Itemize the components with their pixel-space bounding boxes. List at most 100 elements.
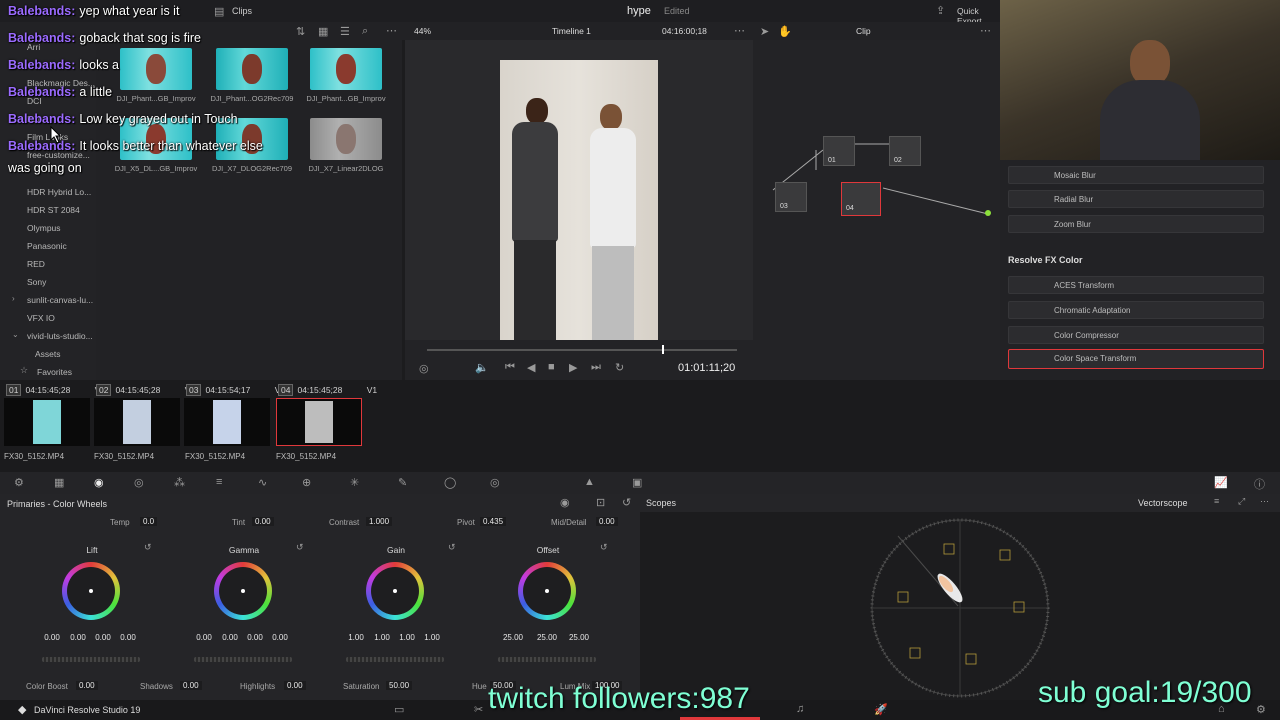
- fx-color-space-transform[interactable]: Color Space Transform: [1008, 349, 1264, 369]
- shadows-value[interactable]: 0.00: [180, 681, 202, 690]
- pointer-icon[interactable]: ➤: [760, 25, 769, 38]
- lift-b-value[interactable]: 0.00: [117, 633, 139, 642]
- hand-icon[interactable]: ✋: [778, 25, 792, 38]
- tree-item-favorites[interactable]: Favorites: [37, 367, 72, 377]
- offset-g-value[interactable]: 25.00: [534, 633, 560, 642]
- chevron-down-icon[interactable]: ⌄: [12, 330, 19, 339]
- gamma-b-value[interactable]: 0.00: [269, 633, 291, 642]
- gamma-g-value[interactable]: 0.00: [244, 633, 266, 642]
- grid-view-icon[interactable]: ▦: [318, 25, 328, 38]
- node-01[interactable]: 01: [823, 136, 855, 166]
- offset-master-slider[interactable]: [498, 657, 596, 662]
- lift-r-value[interactable]: 0.00: [67, 633, 89, 642]
- wheels-mode-icon[interactable]: ◉: [560, 496, 570, 509]
- volume-icon[interactable]: 🔈: [475, 361, 489, 374]
- offset-r-value[interactable]: 25.00: [500, 633, 526, 642]
- viewer-options-icon[interactable]: ⋯: [734, 24, 745, 37]
- skip-end-icon[interactable]: ⏭: [591, 361, 601, 374]
- play-icon[interactable]: ▶: [569, 361, 577, 374]
- clip-thumbnail[interactable]: [184, 398, 270, 446]
- pivot-value[interactable]: 0.435: [480, 517, 507, 526]
- clip-thumbnail-selected[interactable]: [276, 398, 362, 446]
- reset-gamma-icon[interactable]: ↺: [296, 542, 304, 553]
- mid-detail-value[interactable]: 0.00: [596, 517, 618, 526]
- clip-thumbnail[interactable]: [4, 398, 90, 446]
- lift-wheel[interactable]: [62, 562, 120, 620]
- timeline-selector[interactable]: Timeline 1: [552, 26, 591, 36]
- hdr-wheels-icon[interactable]: ◎: [134, 476, 144, 489]
- clips-label[interactable]: Clips: [232, 6, 252, 16]
- lut-thumbnail[interactable]: [310, 48, 382, 90]
- tree-item[interactable]: HDR Hybrid Lo...: [27, 187, 91, 197]
- expand-icon[interactable]: ⤢: [1238, 496, 1245, 507]
- offset-b-value[interactable]: 25.00: [566, 633, 592, 642]
- zoom-level[interactable]: 44%: [414, 26, 431, 36]
- sort-icon[interactable]: ⇅: [296, 25, 305, 38]
- scope-settings-icon[interactable]: ≡: [1214, 496, 1219, 506]
- camera-raw-icon[interactable]: ⚙: [14, 476, 24, 489]
- gain-y-value[interactable]: 1.00: [345, 633, 367, 642]
- key-icon[interactable]: ▲: [584, 476, 595, 488]
- color-boost-value[interactable]: 0.00: [76, 681, 98, 690]
- fx-color-compressor[interactable]: Color Compressor: [1008, 326, 1264, 344]
- node-output[interactable]: [985, 210, 991, 216]
- node-02[interactable]: 02: [889, 136, 921, 166]
- tree-item[interactable]: Olympus: [27, 223, 61, 233]
- reset-lift-icon[interactable]: ↺: [144, 542, 152, 553]
- contrast-value[interactable]: 1.000: [366, 517, 393, 526]
- fx-mosaic-blur[interactable]: Mosaic Blur: [1008, 166, 1264, 184]
- highlights-value[interactable]: 0.00: [284, 681, 306, 690]
- gain-r-value[interactable]: 1.00: [371, 633, 393, 642]
- motion-effects-icon[interactable]: ≡: [216, 476, 222, 488]
- gain-master-slider[interactable]: [346, 657, 444, 662]
- media-page-icon[interactable]: ▭: [394, 703, 404, 716]
- node-options-icon[interactable]: ⋯: [980, 24, 991, 37]
- gain-g-value[interactable]: 1.00: [396, 633, 418, 642]
- tree-item[interactable]: vivid-luts-studio...: [27, 331, 93, 341]
- reset-icon[interactable]: ↺: [622, 496, 631, 509]
- node-04[interactable]: 04: [841, 182, 881, 216]
- reset-gain-icon[interactable]: ↺: [448, 542, 456, 553]
- lift-g-value[interactable]: 0.00: [92, 633, 114, 642]
- info-icon[interactable]: ⓘ: [1254, 476, 1265, 492]
- more-icon[interactable]: ⋯: [1260, 496, 1269, 507]
- gain-wheel[interactable]: [366, 562, 424, 620]
- fx-chromatic-adaptation[interactable]: Chromatic Adaptation: [1008, 301, 1264, 319]
- fx-section-title[interactable]: Resolve FX Color: [1008, 255, 1083, 265]
- settings-icon[interactable]: ⚙: [1256, 703, 1266, 716]
- offset-wheel[interactable]: [518, 562, 576, 620]
- lift-master-slider[interactable]: [42, 657, 140, 662]
- tree-item[interactable]: Panasonic: [27, 241, 67, 251]
- deliver-page-icon[interactable]: 🚀: [874, 703, 888, 716]
- more-icon[interactable]: ⋯: [386, 24, 397, 37]
- loop-icon[interactable]: ↻: [615, 361, 624, 374]
- eyedropper-icon[interactable]: ✎: [398, 476, 407, 489]
- cut-page-icon[interactable]: ✂: [474, 703, 483, 716]
- clips-icon[interactable]: ▤: [214, 5, 224, 18]
- window-icon[interactable]: ◯: [444, 476, 456, 489]
- chevron-right-icon[interactable]: ›: [12, 294, 15, 303]
- saturation-value[interactable]: 50.00: [386, 681, 413, 690]
- tree-item[interactable]: RED: [27, 259, 45, 269]
- qualifier-icon[interactable]: ✳: [350, 476, 359, 489]
- lut-thumbnail[interactable]: [216, 48, 288, 90]
- tree-item[interactable]: sunlit-canvas-lu...: [27, 295, 93, 305]
- video-frame[interactable]: [500, 60, 658, 340]
- tree-item[interactable]: VFX IO: [27, 313, 55, 323]
- step-back-icon[interactable]: ◀: [527, 361, 535, 374]
- list-view-icon[interactable]: ☰: [340, 25, 350, 38]
- fx-zoom-blur[interactable]: Zoom Blur: [1008, 215, 1264, 233]
- temp-value[interactable]: 0.0: [140, 517, 158, 526]
- tint-value[interactable]: 0.00: [252, 517, 274, 526]
- rgb-mixer-icon[interactable]: ⁂: [174, 476, 185, 489]
- tree-item[interactable]: Assets: [35, 349, 61, 359]
- fx-aces-transform[interactable]: ACES Transform: [1008, 276, 1264, 294]
- gamma-r-value[interactable]: 0.00: [219, 633, 241, 642]
- log-mode-icon[interactable]: ⊡: [596, 496, 605, 509]
- reset-offset-icon[interactable]: ↺: [600, 542, 608, 553]
- scopes-icon[interactable]: 📈: [1214, 476, 1228, 489]
- lift-y-value[interactable]: 0.00: [41, 633, 63, 642]
- color-match-icon[interactable]: ▦: [54, 476, 64, 489]
- skip-start-icon[interactable]: ⏮: [505, 361, 515, 374]
- gain-b-value[interactable]: 1.00: [421, 633, 443, 642]
